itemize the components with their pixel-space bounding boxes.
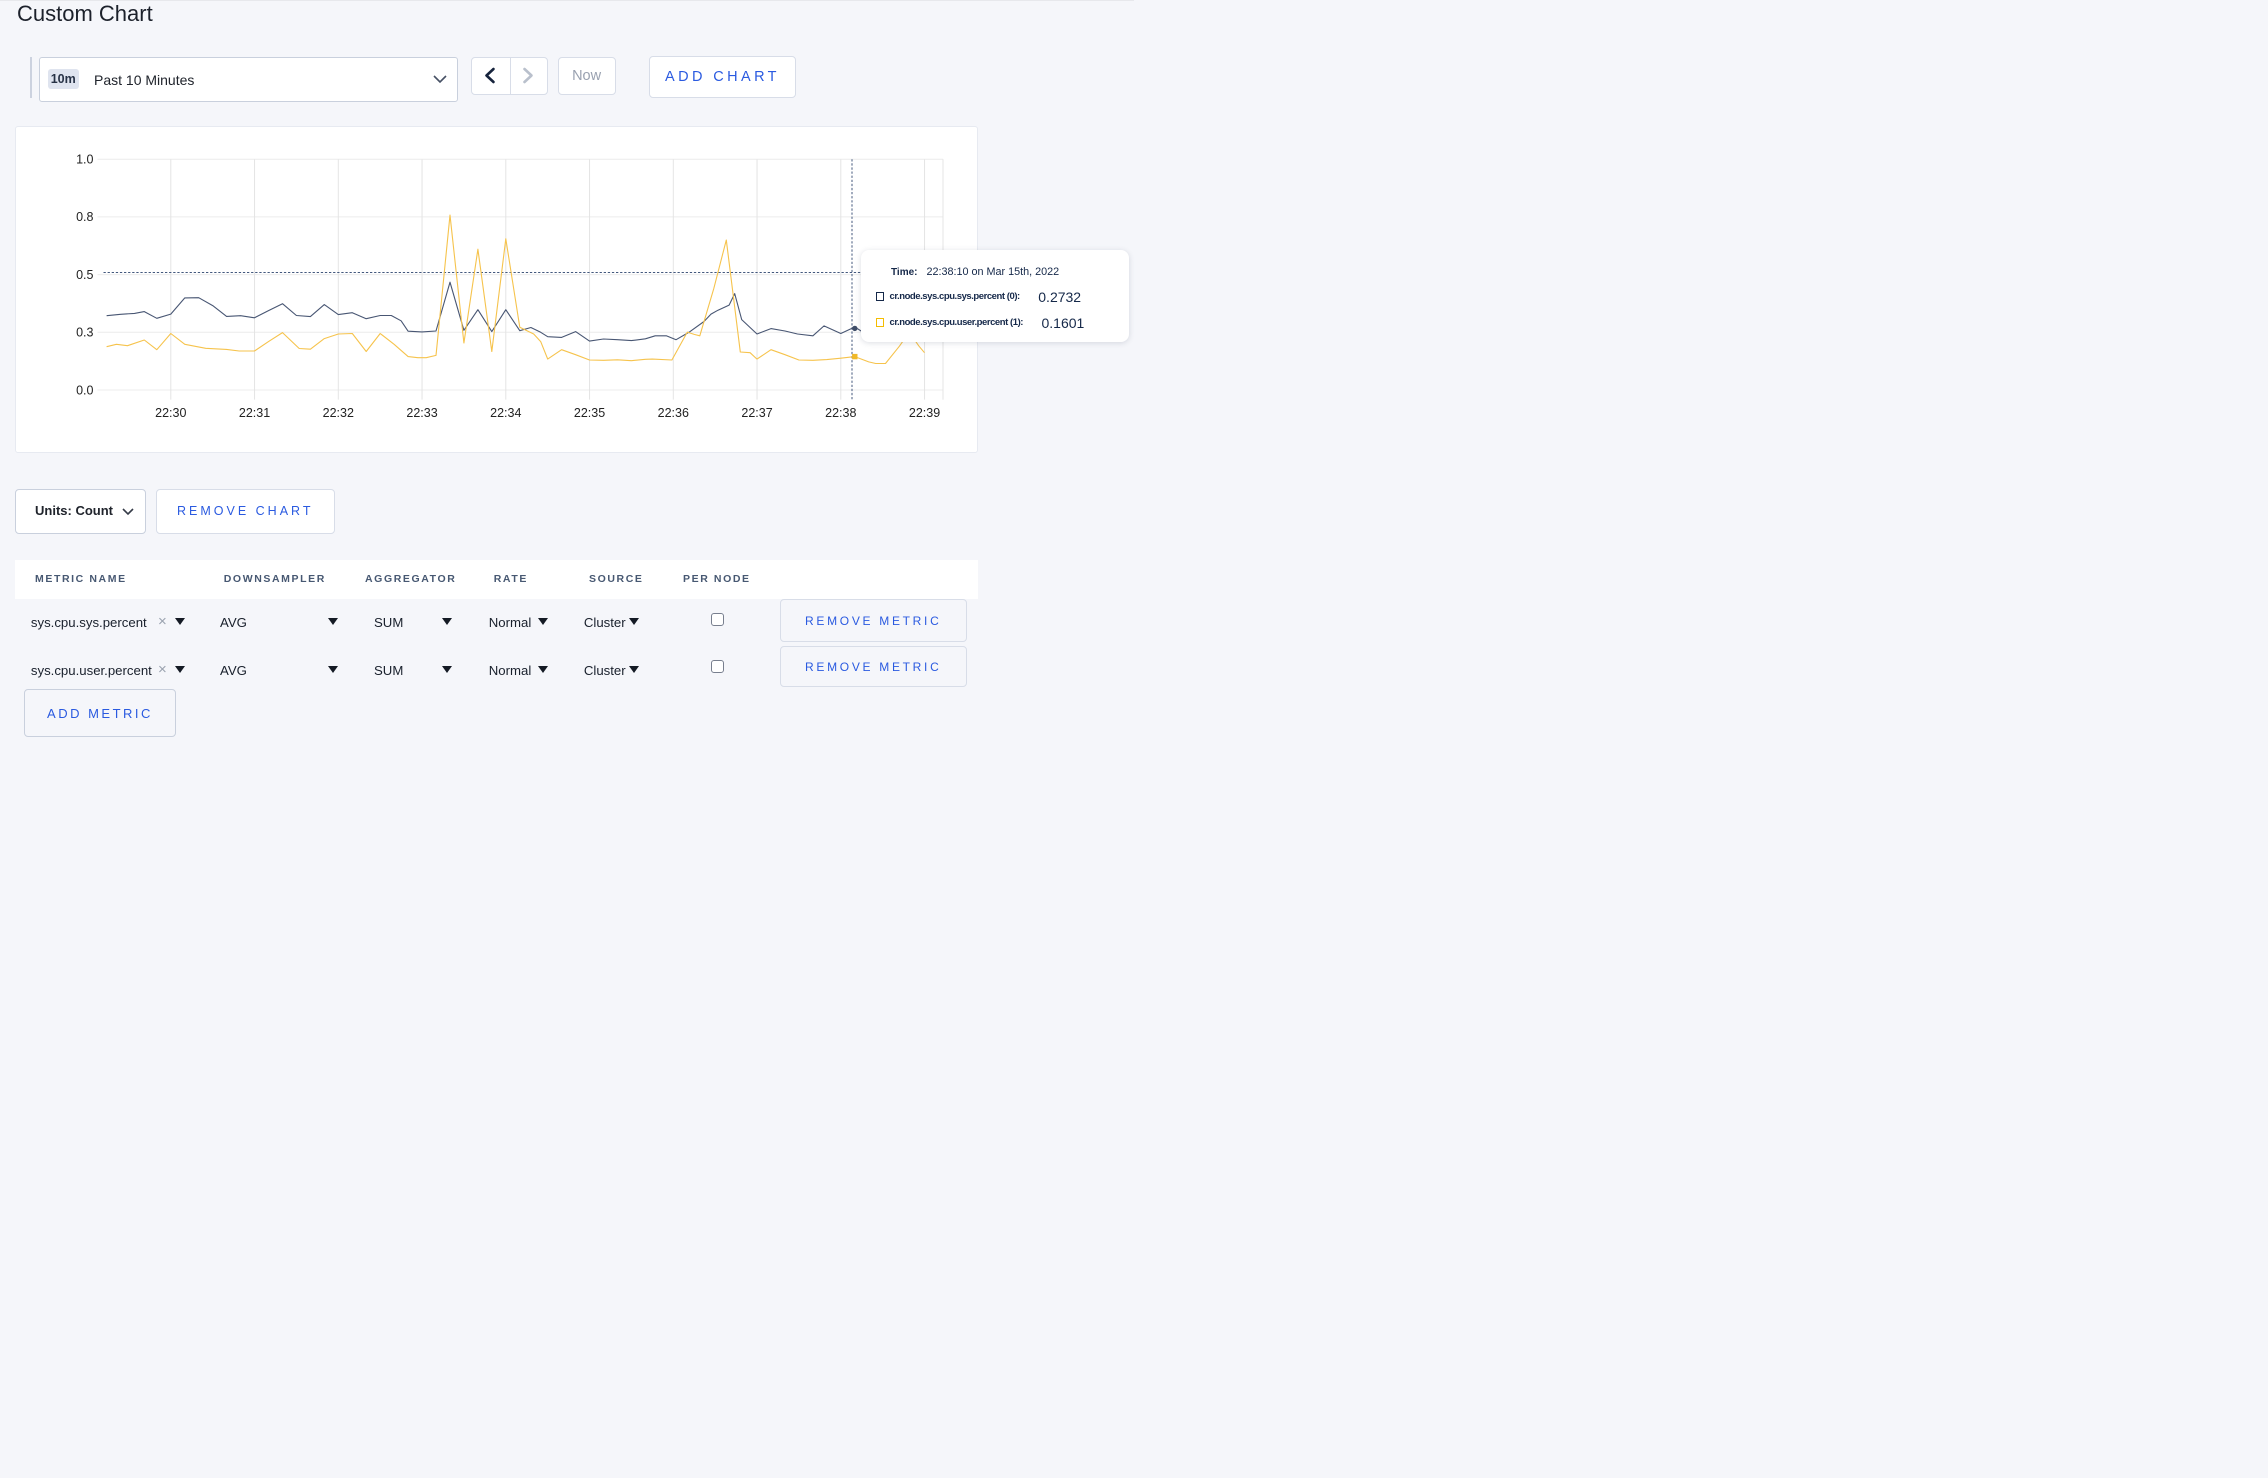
svg-text:22:36: 22:36 (658, 406, 689, 420)
svg-text:22:30: 22:30 (155, 406, 186, 420)
svg-text:22:33: 22:33 (406, 406, 437, 420)
svg-text:22:32: 22:32 (323, 406, 354, 420)
svg-text:0.8: 0.8 (76, 210, 93, 224)
svg-text:1.0: 1.0 (76, 153, 93, 167)
svg-text:22:35: 22:35 (574, 406, 605, 420)
svg-text:22:34: 22:34 (490, 406, 521, 420)
svg-text:22:31: 22:31 (239, 406, 270, 420)
svg-text:22:39: 22:39 (909, 406, 940, 420)
svg-text:22:37: 22:37 (741, 406, 772, 420)
svg-text:0.3: 0.3 (76, 326, 93, 340)
svg-text:0.5: 0.5 (76, 268, 93, 282)
svg-text:22:38: 22:38 (825, 406, 856, 420)
svg-text:0.0: 0.0 (76, 383, 93, 397)
